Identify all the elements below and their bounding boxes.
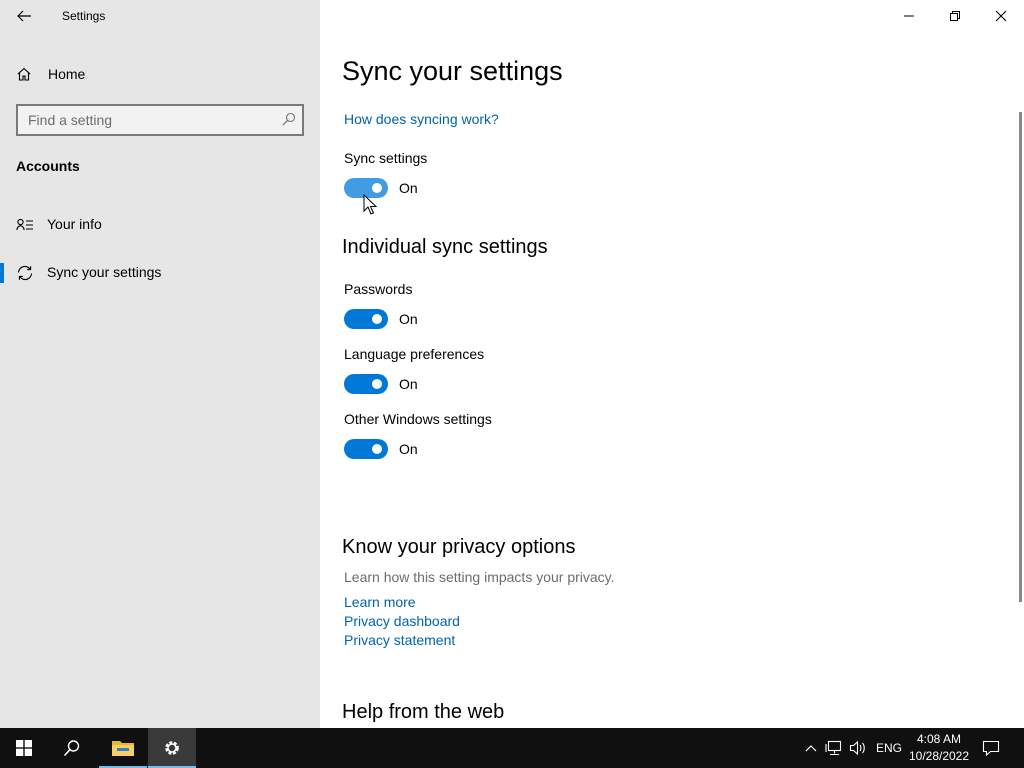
back-arrow-icon: [17, 10, 31, 22]
passwords-state: On: [399, 311, 418, 327]
privacy-dashboard-link[interactable]: Privacy dashboard: [344, 613, 460, 629]
windows-logo-icon: [16, 740, 32, 756]
sidebar-item-label: Your info: [47, 216, 102, 232]
passwords-toggle[interactable]: [344, 309, 388, 329]
maximize-button[interactable]: [932, 0, 978, 32]
chevron-up-icon: [805, 745, 817, 752]
settings-taskbar-button[interactable]: [148, 728, 196, 768]
network-button[interactable]: [824, 738, 844, 758]
other-windows-settings-label: Other Windows settings: [344, 411, 492, 427]
sidebar-item-label: Sync your settings: [47, 264, 162, 280]
contact-info-icon: [16, 218, 33, 231]
sidebar-item-sync-your-settings[interactable]: Sync your settings: [0, 253, 320, 293]
start-button[interactable]: [0, 728, 48, 768]
toggle-knob: [372, 379, 382, 389]
home-icon: [17, 67, 31, 81]
file-explorer-button[interactable]: [99, 728, 147, 768]
folder-icon: [112, 741, 134, 756]
scrollbar[interactable]: [1019, 112, 1022, 602]
clock-time: 4:08 AM: [916, 732, 962, 746]
minimize-icon: [904, 15, 914, 17]
sidebar-item-home[interactable]: Home: [16, 64, 85, 84]
search-input[interactable]: Find a setting: [28, 112, 112, 128]
search-icon: [63, 740, 80, 757]
privacy-header: Know your privacy options: [342, 536, 576, 558]
language-preferences-toggle[interactable]: [344, 374, 388, 394]
close-icon: [995, 10, 1007, 22]
restore-icon: [950, 11, 960, 21]
privacy-description: Learn how this setting impacts your priv…: [344, 569, 615, 585]
other-windows-settings-toggle[interactable]: [344, 439, 388, 459]
close-button[interactable]: [978, 0, 1024, 32]
page-title: Sync your settings: [342, 56, 563, 86]
clock-date: 10/28/2022: [908, 749, 970, 763]
individual-sync-header: Individual sync settings: [342, 236, 548, 258]
show-hidden-icons-button[interactable]: [801, 738, 821, 758]
back-button[interactable]: [14, 6, 34, 26]
other-windows-settings-state: On: [399, 441, 418, 457]
gear-icon: [165, 741, 179, 755]
sync-icon: [17, 265, 33, 281]
toggle-knob: [372, 444, 382, 454]
search-box[interactable]: Find a setting: [16, 104, 304, 136]
sidebar-item-your-info[interactable]: Your info: [0, 205, 320, 245]
privacy-statement-link[interactable]: Privacy statement: [344, 632, 455, 648]
volume-button[interactable]: [848, 738, 868, 758]
language-preferences-label: Language preferences: [344, 346, 485, 362]
clock[interactable]: 4:08 AM 10/28/2022: [906, 731, 972, 765]
toggle-knob: [372, 314, 382, 324]
passwords-label: Passwords: [344, 281, 413, 297]
sidebar: Settings Home Find a setting Accounts Yo…: [0, 0, 320, 728]
taskbar: ENG 4:08 AM 10/28/2022: [0, 728, 1024, 768]
home-label: Home: [48, 66, 86, 82]
action-center-button[interactable]: [981, 738, 1001, 758]
search-icon[interactable]: [282, 112, 296, 126]
how-syncing-works-link[interactable]: How does syncing work?: [344, 111, 499, 127]
help-from-web-header: Help from the web: [342, 701, 505, 723]
minimize-button[interactable]: [886, 0, 932, 32]
sync-settings-label: Sync settings: [344, 150, 428, 166]
network-icon: [825, 740, 842, 756]
notification-icon: [982, 740, 1000, 756]
app-title: Settings: [62, 9, 106, 23]
sync-settings-state: On: [399, 180, 418, 196]
language-indicator[interactable]: ENG: [876, 741, 902, 755]
mouse-cursor-icon: [363, 194, 377, 215]
language-preferences-state: On: [399, 376, 418, 392]
toggle-knob: [372, 183, 382, 193]
section-header-accounts: Accounts: [16, 158, 80, 174]
volume-icon: [849, 740, 865, 756]
taskbar-search-button[interactable]: [48, 728, 96, 768]
learn-more-link[interactable]: Learn more: [344, 594, 416, 610]
